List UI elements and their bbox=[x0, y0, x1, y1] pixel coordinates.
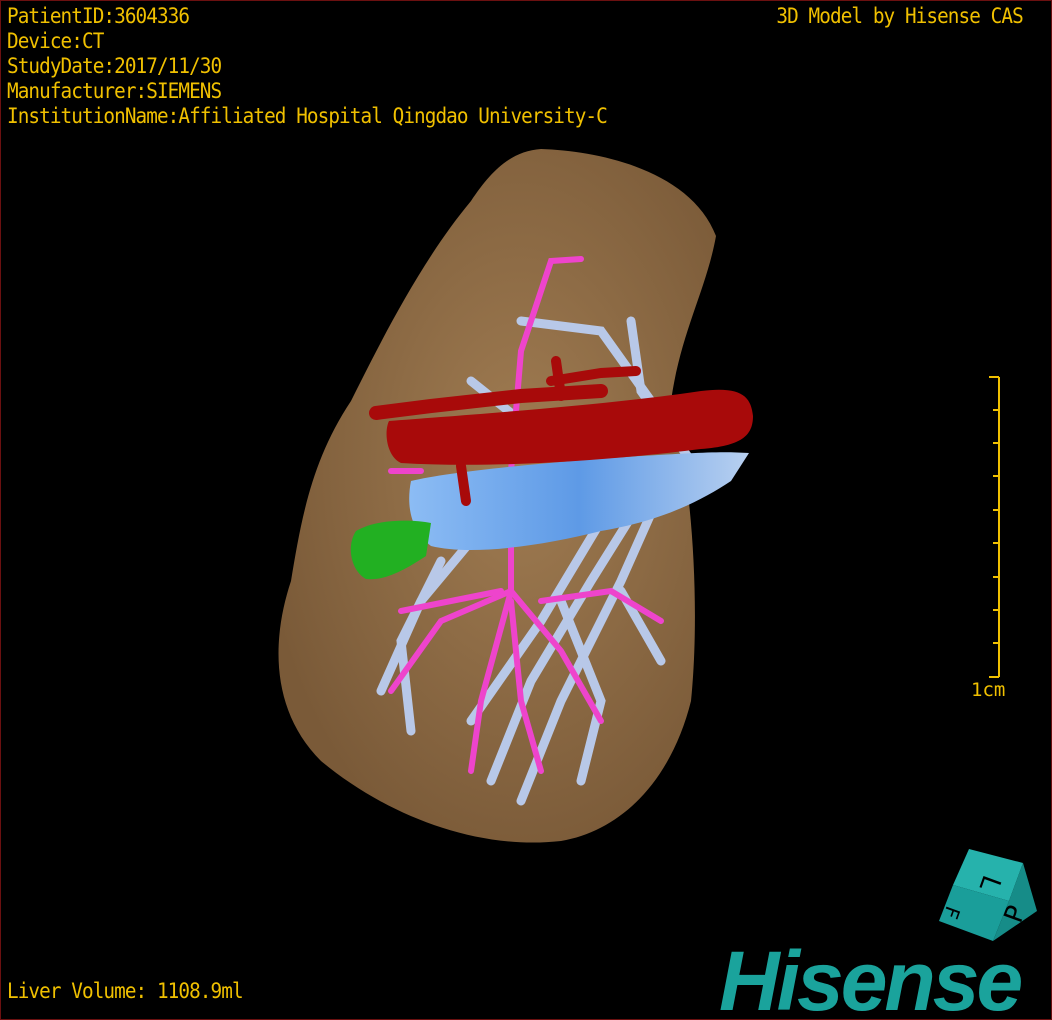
study-date: StudyDate:2017/11/30 bbox=[7, 54, 222, 78]
study-info: PatientID:3604336 Device:CT StudyDate:20… bbox=[7, 4, 608, 129]
patient-id: PatientID:3604336 bbox=[7, 4, 190, 28]
3d-viewport[interactable]: PatientID:3604336 Device:CT StudyDate:20… bbox=[0, 0, 1052, 1020]
manufacturer: Manufacturer:SIEMENS bbox=[7, 79, 222, 103]
scale-bar bbox=[989, 376, 1000, 678]
institution-name: InstitutionName:Affiliated Hospital Qing… bbox=[7, 104, 608, 128]
liver-volume: Liver Volume: 1108.9ml bbox=[7, 979, 244, 1003]
liver-3d-model[interactable] bbox=[1, 1, 1051, 1019]
model-credit: 3D Model by Hisense CAS bbox=[776, 4, 1024, 28]
device: Device:CT bbox=[7, 29, 104, 53]
hisense-logo: Hisense bbox=[719, 934, 1023, 1020]
orientation-cube[interactable]: L P F bbox=[931, 841, 1041, 946]
scale-bar-label: 1cm bbox=[971, 679, 1006, 701]
